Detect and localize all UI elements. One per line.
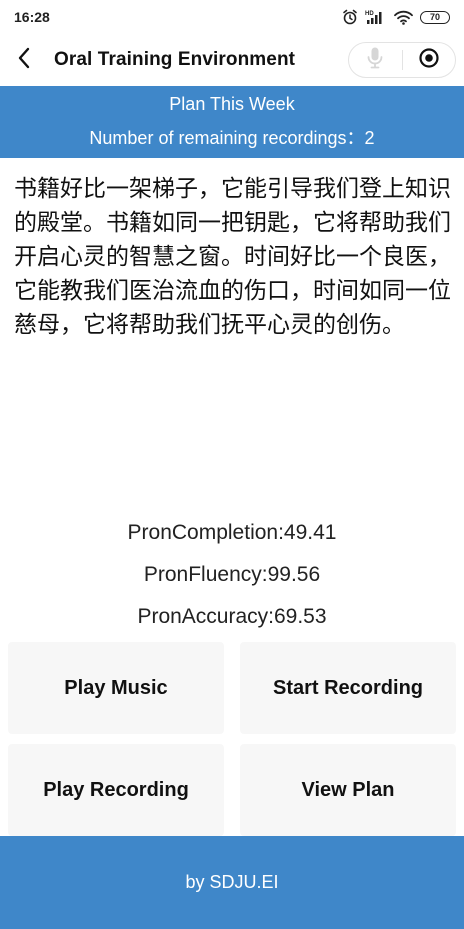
alarm-icon bbox=[342, 9, 358, 25]
battery-icon: 70 bbox=[420, 10, 450, 24]
footer-credit: by SDJU.EI bbox=[185, 872, 279, 892]
plan-title: Plan This Week bbox=[169, 94, 295, 114]
nav-bar: Oral Training Environment bbox=[0, 34, 464, 86]
back-button[interactable] bbox=[2, 34, 46, 86]
microphone-icon bbox=[366, 46, 384, 75]
footer: by SDJU.EI bbox=[0, 836, 464, 929]
pron-fluency-score: PronFluency:99.56 bbox=[143, 563, 321, 586]
plan-banner: Plan This Week Number of remaining recor… bbox=[0, 86, 464, 158]
reading-passage: 书籍好比一架梯子，它能引导我们登上知识的殿堂。书籍如同一把钥匙，它将帮助我们开启… bbox=[14, 176, 451, 338]
signal-hd-label: HD bbox=[365, 11, 374, 17]
pron-completion-score: PronCompletion:49.41 bbox=[127, 521, 337, 544]
status-bar: 16:28 HD 70 bbox=[0, 0, 464, 34]
chevron-left-icon bbox=[17, 47, 31, 74]
view-plan-button[interactable]: View Plan bbox=[240, 744, 456, 836]
status-icons: HD 70 bbox=[342, 9, 450, 25]
play-music-button[interactable]: Play Music bbox=[8, 642, 224, 734]
play-recording-button[interactable]: Play Recording bbox=[8, 744, 224, 836]
pron-accuracy-score: PronAccuracy:69.53 bbox=[137, 605, 327, 628]
page-title: Oral Training Environment bbox=[54, 49, 296, 70]
mini-program-capsule bbox=[348, 42, 456, 78]
start-recording-button[interactable]: Start Recording bbox=[240, 642, 456, 734]
microphone-button[interactable] bbox=[349, 43, 402, 77]
score-panel: PronCompletion:49.41 PronFluency:99.56 P… bbox=[0, 512, 464, 638]
close-capsule-button[interactable] bbox=[403, 43, 456, 77]
target-icon bbox=[418, 47, 440, 74]
cellular-signal-icon: HD bbox=[365, 9, 387, 25]
wifi-icon bbox=[394, 10, 413, 25]
status-time: 16:28 bbox=[14, 9, 50, 25]
remaining-recordings: Number of remaining recordings：2 bbox=[89, 128, 375, 148]
